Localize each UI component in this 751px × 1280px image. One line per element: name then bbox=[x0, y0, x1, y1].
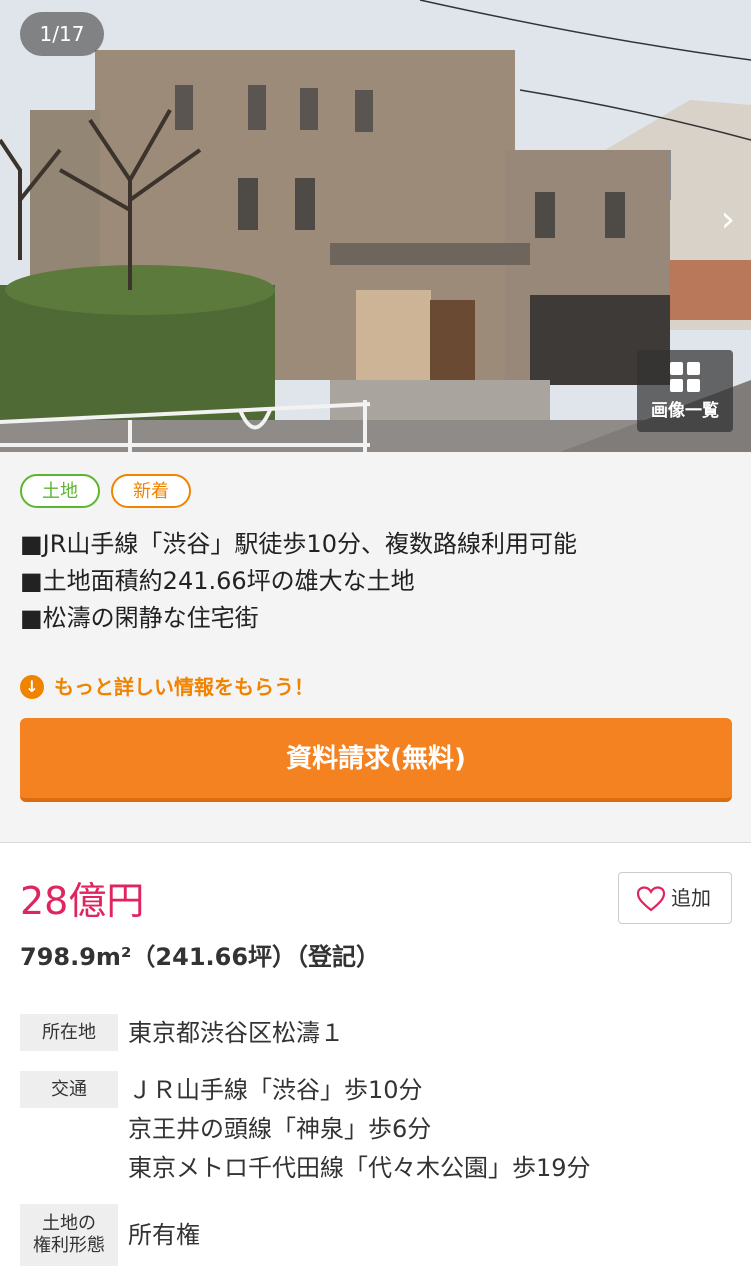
feature-list: ■JR山手線「渋谷」駅徒歩10分、複数路線利用可能 ■土地面積約241.66坪の… bbox=[20, 526, 740, 637]
more-info-hint: ↓ もっと詳しい情報をもらう！ bbox=[20, 674, 314, 700]
more-info-hint-text: もっと詳しい情報をもらう！ bbox=[54, 675, 314, 699]
location-label: 所在地 bbox=[20, 1014, 118, 1051]
rights-label-line: 権利形態 bbox=[33, 1235, 105, 1256]
add-favorite-label: 追加 bbox=[671, 886, 711, 910]
tag-new: 新着 bbox=[111, 474, 191, 508]
feature-item: ■松濤の閑静な住宅街 bbox=[20, 604, 259, 632]
rights-label: 土地の 権利形態 bbox=[20, 1204, 118, 1266]
transit-line: 東京メトロ千代田線「代々木公園」歩19分 bbox=[128, 1154, 591, 1182]
grid-icon bbox=[670, 362, 700, 392]
rights-value: 所有権 bbox=[128, 1221, 200, 1249]
image-list-label: 画像一覧 bbox=[651, 401, 719, 421]
arrow-down-circle-icon: ↓ bbox=[20, 675, 44, 699]
tag-land: 土地 bbox=[20, 474, 100, 508]
transit-label: 交通 bbox=[20, 1071, 118, 1108]
heart-icon bbox=[637, 886, 665, 912]
add-favorite-button[interactable]: 追加 bbox=[618, 872, 732, 924]
rights-label-line: 土地の bbox=[42, 1213, 96, 1234]
price: 28億円 bbox=[20, 879, 145, 923]
feature-item: ■土地面積約241.66坪の雄大な土地 bbox=[20, 567, 415, 595]
transit-line: ＪＲ山手線「渋谷」歩10分 bbox=[128, 1076, 423, 1104]
location-value: 東京都渋谷区松濤１ bbox=[128, 1019, 344, 1047]
photo-counter: 1/17 bbox=[20, 12, 104, 56]
transit-line: 京王井の頭線「神泉」歩6分 bbox=[128, 1115, 432, 1143]
detail-row-location: 所在地 東京都渋谷区松濤１ bbox=[20, 1014, 740, 1054]
feature-item: ■JR山手線「渋谷」駅徒歩10分、複数路線利用可能 bbox=[20, 530, 577, 558]
chevron-right-icon[interactable]: › bbox=[715, 200, 741, 240]
image-list-button[interactable]: 画像一覧 bbox=[637, 350, 733, 432]
request-document-button[interactable]: 資料請求(無料) bbox=[20, 718, 732, 802]
property-photo[interactable]: 1/17 › 画像一覧 bbox=[0, 0, 751, 452]
detail-row-rights: 土地の 権利形態 所有権 bbox=[20, 1204, 740, 1268]
summary-section: 土地 新着 ■JR山手線「渋谷」駅徒歩10分、複数路線利用可能 ■土地面積約24… bbox=[0, 452, 751, 843]
detail-row-transit: 交通 ＪＲ山手線「渋谷」歩10分 京王井の頭線「神泉」歩6分 東京メトロ千代田線… bbox=[20, 1071, 740, 1191]
land-area: 798.9m²（241.66坪）（登記） bbox=[20, 943, 381, 971]
